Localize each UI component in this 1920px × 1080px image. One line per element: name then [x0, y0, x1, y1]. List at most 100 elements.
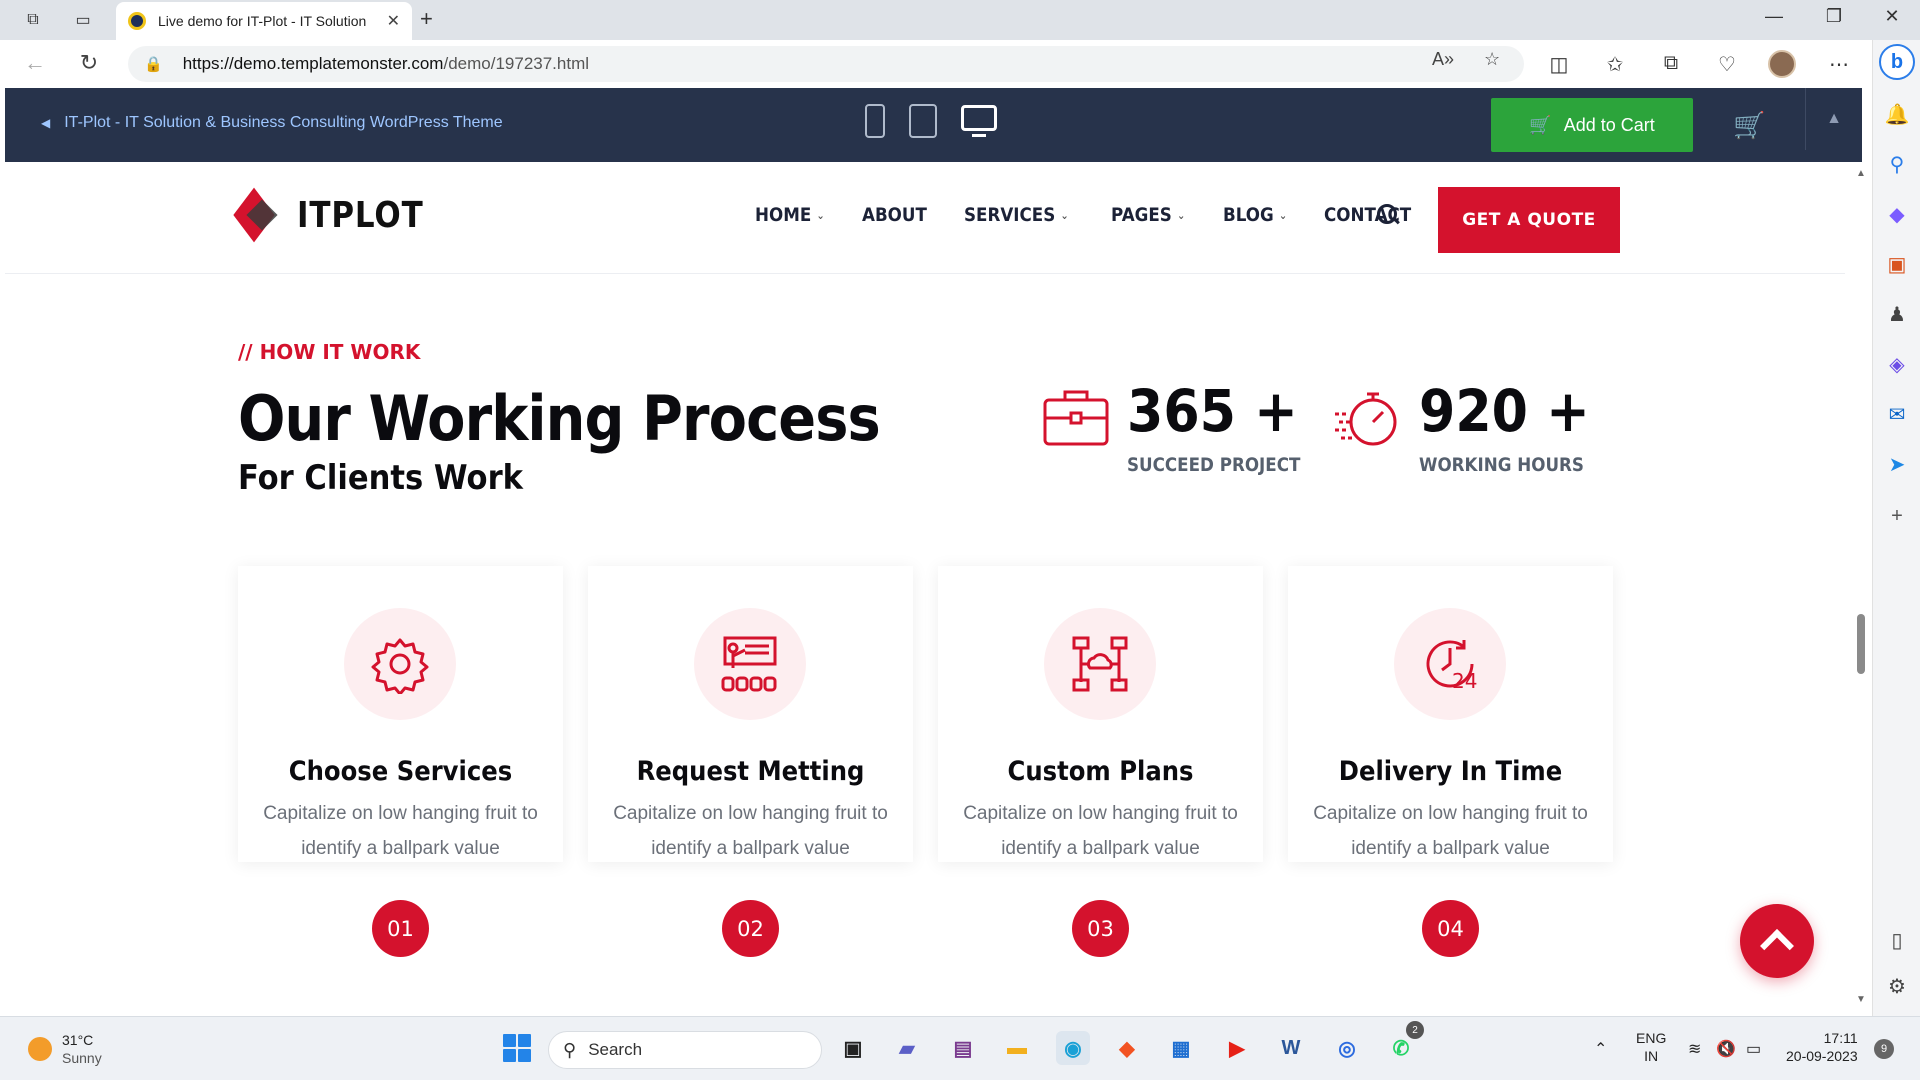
refresh-icon[interactable]: ↻ — [74, 50, 104, 76]
microsoft365-icon[interactable]: ◈ — [1883, 350, 1911, 378]
scrollbar-thumb[interactable] — [1857, 614, 1865, 674]
nav-pages-label: PAGES — [1110, 204, 1172, 226]
browser-tab-active[interactable]: Live demo for IT-Plot - IT Solution ✕ — [116, 2, 412, 40]
app-icon[interactable]: ◎ — [1330, 1031, 1364, 1065]
favorite-star-icon[interactable]: ☆ — [1484, 49, 1500, 70]
new-tab-button[interactable]: + — [420, 6, 433, 32]
sidebar-search-icon[interactable]: ⚲ — [1883, 150, 1911, 178]
bing-copilot-icon[interactable]: b — [1879, 44, 1915, 80]
nav-pages[interactable]: PAGES ⌄ — [1111, 204, 1185, 226]
close-window-button[interactable]: ✕ — [1872, 6, 1912, 27]
workspaces-icon[interactable]: ⧉ — [20, 8, 46, 32]
start-button[interactable] — [500, 1031, 534, 1065]
cart-icon: 🛒 — [1529, 114, 1552, 135]
desktop-view-icon[interactable] — [961, 105, 997, 137]
search-icon: ⚲ — [563, 1039, 577, 1060]
volume-muted-icon[interactable]: 🔇 — [1716, 1039, 1736, 1059]
games-icon[interactable]: ♟ — [1883, 300, 1911, 328]
briefcase-icon — [1043, 390, 1109, 446]
read-aloud-icon[interactable]: A» — [1432, 49, 1454, 70]
close-tab-icon[interactable]: ✕ — [387, 11, 400, 31]
templatemonster-bar: ◀ IT-Plot - IT Solution & Business Consu… — [5, 88, 1862, 162]
wifi-icon[interactable]: ≋ — [1688, 1039, 1701, 1059]
tools-icon[interactable]: ▣ — [1883, 250, 1911, 278]
svg-text:24: 24 — [1452, 669, 1477, 693]
taskbar-search[interactable]: ⚲ Search — [548, 1031, 822, 1069]
teams-chat-icon[interactable]: ▰ — [890, 1031, 924, 1065]
language-indicator[interactable]: ENG IN — [1636, 1029, 1666, 1065]
search-icon[interactable] — [1375, 202, 1401, 228]
get-a-quote-button[interactable]: GET A QUOTE — [1438, 187, 1620, 253]
card-description: Capitalize on low hanging fruit to ident… — [963, 803, 1238, 859]
chevron-up-icon[interactable]: ⌃ — [1594, 1039, 1607, 1059]
step-number-badge: 04 — [1422, 900, 1479, 957]
cloud-network-icon — [1072, 636, 1128, 692]
brave-browser-icon[interactable]: ◆ — [1110, 1031, 1144, 1065]
browser-tab-bar: ⧉ ▭ Live demo for IT-Plot - IT Solution … — [0, 0, 1920, 40]
minimize-button[interactable]: — — [1754, 6, 1794, 27]
site-favicon-icon — [128, 12, 146, 30]
scroll-up-arrow-icon[interactable]: ▲ — [1856, 168, 1866, 179]
page-scrollbar[interactable]: ▲ ▼ — [1850, 162, 1872, 1016]
split-screen-icon[interactable]: ◫ — [1544, 52, 1574, 77]
shopping-cart-icon[interactable]: 🛒 — [1733, 110, 1765, 141]
youtube-icon[interactable]: ▶ — [1220, 1031, 1254, 1065]
stat-label: SUCCEED PROJECT — [1127, 454, 1301, 476]
site-page: ITPLOT HOME ⌄ ABOUT SERVICES ⌄ PAGES ⌄ BLOG… — [5, 162, 1850, 1016]
back-to-product-link[interactable]: ◀ IT-Plot - IT Solution & Business Consu… — [41, 114, 503, 132]
send-icon[interactable]: ➤ — [1883, 450, 1911, 478]
favorites-icon[interactable]: ✩ — [1600, 52, 1630, 77]
winrar-icon[interactable]: ▤ — [946, 1031, 980, 1065]
sidebar-settings-icon[interactable]: ⚙ — [1883, 972, 1911, 1000]
nav-home[interactable]: HOME ⌄ — [755, 204, 825, 226]
nav-services[interactable]: SERVICES ⌄ — [964, 204, 1069, 226]
card-icon-circle — [1044, 608, 1156, 720]
add-sidebar-icon[interactable]: + — [1883, 502, 1911, 530]
notification-bell-icon[interactable]: 🔔 — [1883, 100, 1911, 128]
tab-actions-icon[interactable]: ▭ — [70, 8, 96, 32]
shopping-tag-icon[interactable]: ◆ — [1883, 200, 1911, 228]
collections-icon[interactable]: ⧉ — [1656, 52, 1686, 75]
sun-icon — [28, 1037, 52, 1061]
nav-blog[interactable]: BLOG ⌄ — [1223, 204, 1287, 226]
system-clock[interactable]: 17:11 20-09-2023 — [1786, 1029, 1858, 1065]
add-to-cart-button[interactable]: 🛒 Add to Cart — [1491, 98, 1693, 152]
scroll-down-arrow-icon[interactable]: ▼ — [1856, 994, 1866, 1005]
scroll-to-top-button[interactable] — [1740, 904, 1814, 978]
edge-browser-icon[interactable]: ◉ — [1056, 1031, 1090, 1065]
product-title: IT-Plot - IT Solution & Business Consult… — [64, 114, 503, 131]
collapse-bar-button[interactable]: ▲ — [1805, 88, 1862, 150]
section-title: Our Working Process — [238, 382, 881, 455]
hide-sidebar-icon[interactable]: ▯ — [1883, 926, 1911, 954]
step-number-badge: 02 — [722, 900, 779, 957]
url-field[interactable]: 🔒 https://demo.templatemonster.com/demo/… — [128, 46, 1524, 82]
chevron-down-icon: ⌄ — [1176, 208, 1186, 222]
more-options-icon[interactable]: ⋯ — [1824, 52, 1854, 77]
step-number-badge: 03 — [1072, 900, 1129, 957]
file-explorer-icon[interactable]: ▬ — [1000, 1031, 1034, 1065]
word-icon[interactable]: W — [1274, 1031, 1308, 1065]
windows-taskbar: 31°C Sunny ⚲ Search ▣ ▰ ▤ ▬ ◉ ◆ ▦ ▶ W ◎ … — [0, 1016, 1920, 1080]
profile-avatar[interactable] — [1768, 50, 1796, 78]
notification-count[interactable]: 9 — [1874, 1039, 1894, 1059]
site-logo[interactable]: ITPLOT — [233, 192, 444, 238]
card-icon-circle — [694, 608, 806, 720]
restore-button[interactable]: ❐ — [1814, 6, 1854, 27]
battery-icon[interactable]: ▭ — [1746, 1039, 1761, 1059]
browser-essentials-icon[interactable]: ♡ — [1712, 52, 1742, 77]
task-view-icon[interactable]: ▣ — [836, 1031, 870, 1065]
clock-date: 20-09-2023 — [1786, 1048, 1858, 1064]
card-description: Capitalize on low hanging fruit to ident… — [263, 803, 538, 859]
card-title: Delivery In Time — [1338, 756, 1563, 787]
microsoft-store-icon[interactable]: ▦ — [1164, 1031, 1198, 1065]
weather-widget[interactable]: 31°C Sunny — [28, 1031, 102, 1067]
device-switcher — [865, 104, 997, 138]
process-card-3: Custom Plans Capitalize on low hanging f… — [938, 566, 1263, 862]
nav-about[interactable]: ABOUT — [862, 204, 927, 226]
stat-working-hours: 920 + WORKING HOURS — [1419, 382, 1609, 476]
outlook-icon[interactable]: ✉ — [1883, 400, 1911, 428]
card-icon-circle — [344, 608, 456, 720]
back-arrow-icon[interactable]: ← — [20, 50, 50, 76]
tablet-view-icon[interactable] — [909, 104, 937, 138]
mobile-view-icon[interactable] — [865, 104, 885, 138]
